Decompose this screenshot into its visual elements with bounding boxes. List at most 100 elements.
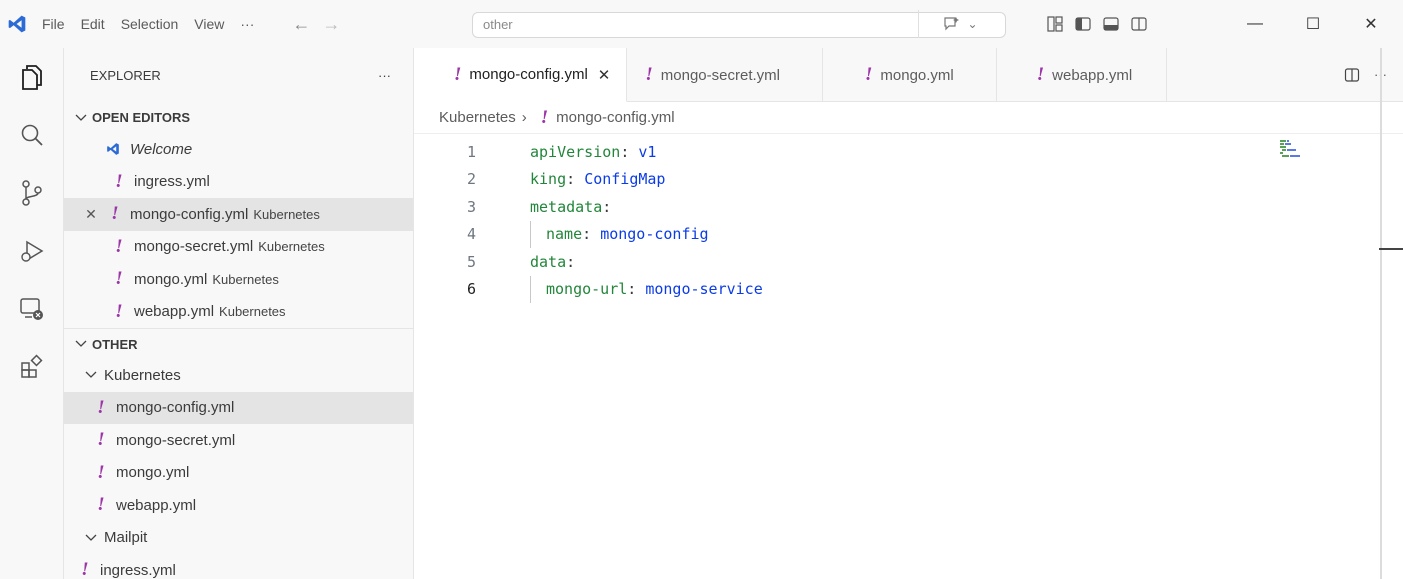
line-number: 1 bbox=[466, 142, 476, 161]
yaml-value: mongo-config bbox=[600, 224, 709, 243]
line-number: 2 bbox=[466, 170, 476, 189]
open-editor-folder: Kubernetes bbox=[212, 271, 279, 287]
editor-actions: ··· bbox=[1344, 48, 1403, 101]
open-editor-ingress[interactable]: ! ingress.yml bbox=[64, 166, 413, 199]
maximize-icon[interactable]: ☐ bbox=[1284, 0, 1342, 48]
chevron-down-icon bbox=[74, 340, 88, 348]
yaml-file-icon: ! bbox=[115, 300, 123, 322]
yaml-file-icon: ! bbox=[454, 63, 462, 85]
scrollbar-cursor-marker bbox=[1379, 248, 1403, 250]
code-line: 3 metadata: bbox=[414, 193, 1284, 221]
navigation-controls: ← → bbox=[286, 14, 346, 35]
search-icon[interactable] bbox=[0, 106, 64, 164]
file-name: mongo-secret.yml bbox=[116, 431, 236, 449]
open-editor-name: ingress.yml bbox=[134, 173, 210, 191]
tab-webapp[interactable]: ! webapp.yml bbox=[997, 48, 1168, 102]
tab-label: mongo-config.yml bbox=[469, 66, 588, 83]
vertical-scrollbar[interactable] bbox=[1380, 48, 1382, 579]
tab-mongo[interactable]: ! mongo.yml bbox=[823, 48, 997, 102]
minimize-icon[interactable]: — bbox=[1226, 0, 1284, 48]
chevron-down-icon: ⌄ bbox=[967, 17, 978, 31]
yaml-key: metadata bbox=[530, 197, 603, 216]
tab-mongo-secret[interactable]: ! mongo-secret.yml bbox=[627, 48, 823, 102]
yaml-file-icon: ! bbox=[115, 268, 123, 290]
yaml-file-icon: ! bbox=[97, 396, 105, 418]
line-number: 5 bbox=[466, 252, 476, 271]
yaml-file-icon: ! bbox=[540, 106, 549, 128]
toggle-secondary-sidebar-icon[interactable] bbox=[1130, 15, 1148, 33]
extensions-icon[interactable] bbox=[0, 338, 64, 396]
customize-layout-icon[interactable] bbox=[1046, 15, 1064, 33]
editor-tabs: ! mongo-config.yml ✕ ! mongo-secret.yml … bbox=[414, 48, 1403, 102]
activity-bar bbox=[0, 48, 64, 579]
yaml-file-icon: ! bbox=[864, 64, 873, 85]
open-editor-folder: Kubernetes bbox=[219, 304, 286, 320]
tab-mongo-config[interactable]: ! mongo-config.yml ✕ bbox=[414, 48, 628, 102]
folder-kubernetes[interactable]: Kubernetes bbox=[64, 359, 413, 392]
yaml-file-icon: ! bbox=[97, 461, 105, 483]
file-name: ingress.yml bbox=[100, 561, 176, 579]
split-editor-icon[interactable] bbox=[1344, 67, 1360, 83]
vscode-logo-icon bbox=[0, 0, 34, 48]
minimap[interactable] bbox=[1280, 140, 1320, 160]
file-mongo-config[interactable]: ! mongo-config.yml bbox=[64, 391, 413, 424]
code-line: 4 name: mongo-config bbox=[414, 220, 1284, 249]
close-window-icon[interactable]: ✕ bbox=[1342, 0, 1400, 48]
line-number: 3 bbox=[466, 197, 476, 216]
menu-view[interactable]: View bbox=[186, 0, 232, 48]
yaml-key: king bbox=[530, 170, 567, 189]
run-debug-icon[interactable] bbox=[0, 222, 64, 280]
copilot-button[interactable]: ⌄ bbox=[918, 10, 1002, 38]
file-mongo[interactable]: ! mongo.yml bbox=[64, 457, 413, 490]
open-editors-header[interactable]: OPEN EDITORS bbox=[64, 102, 413, 133]
open-editor-mongo-secret[interactable]: ! mongo-secret.yml Kubernetes bbox=[64, 231, 413, 264]
chevron-down-icon bbox=[84, 371, 98, 379]
remote-explorer-icon[interactable] bbox=[0, 280, 64, 338]
title-bar: File Edit Selection View ··· ← → other ⌄… bbox=[0, 0, 1403, 48]
open-editor-mongo-config[interactable]: ✕ ! mongo-config.yml Kubernetes bbox=[64, 198, 413, 231]
explorer-more-actions[interactable]: ··· bbox=[378, 68, 391, 83]
code-line: 1 apiVersion: v1 bbox=[414, 138, 1284, 166]
menu-selection[interactable]: Selection bbox=[113, 0, 187, 48]
open-editor-name: mongo-config.yml bbox=[130, 205, 249, 223]
code-line-current: 6 mongo-url: mongo-service bbox=[414, 275, 1284, 303]
chevron-down-icon bbox=[84, 534, 98, 542]
source-control-icon[interactable] bbox=[0, 164, 64, 222]
open-editor-welcome[interactable]: Welcome bbox=[64, 133, 413, 166]
toggle-primary-sidebar-icon[interactable] bbox=[1074, 15, 1092, 33]
explorer-icon[interactable] bbox=[0, 48, 64, 106]
yaml-file-icon: ! bbox=[97, 494, 105, 516]
menu-file[interactable]: File bbox=[34, 0, 73, 48]
open-editor-mongo[interactable]: ! mongo.yml Kubernetes bbox=[64, 263, 413, 296]
file-ingress[interactable]: ! ingress.yml bbox=[64, 554, 413, 579]
code-editor[interactable]: 1 apiVersion: v1 2 king: ConfigMap 3 met… bbox=[414, 138, 1284, 303]
breadcrumb-file[interactable]: mongo-config.yml bbox=[556, 109, 674, 126]
open-editor-webapp[interactable]: ! webapp.yml Kubernetes bbox=[64, 296, 413, 329]
breadcrumb-folder[interactable]: Kubernetes bbox=[439, 109, 516, 126]
file-webapp[interactable]: ! webapp.yml bbox=[64, 489, 413, 522]
file-name: mongo-config.yml bbox=[116, 399, 235, 417]
yaml-file-icon: ! bbox=[115, 170, 123, 192]
folder-name: Kubernetes bbox=[104, 366, 181, 384]
open-editor-folder: Kubernetes bbox=[258, 239, 325, 255]
yaml-file-icon: ! bbox=[97, 429, 105, 451]
yaml-file-icon: ! bbox=[111, 203, 119, 225]
folder-name: Mailpit bbox=[104, 529, 148, 547]
open-editor-name: mongo.yml bbox=[134, 270, 208, 288]
folder-mailpit[interactable]: Mailpit bbox=[64, 522, 413, 555]
forward-arrow-icon[interactable]: → bbox=[316, 14, 346, 35]
toggle-panel-icon[interactable] bbox=[1102, 15, 1120, 33]
menu-bar: File Edit Selection View ··· bbox=[34, 0, 262, 48]
explorer-header: EXPLORER ··· bbox=[64, 48, 413, 102]
other-folder-header[interactable]: OTHER bbox=[64, 328, 413, 359]
open-editor-name: Welcome bbox=[130, 140, 193, 158]
yaml-value: mongo-service bbox=[645, 279, 763, 298]
menu-edit[interactable]: Edit bbox=[73, 0, 113, 48]
layout-controls bbox=[1046, 0, 1148, 48]
file-mongo-secret[interactable]: ! mongo-secret.yml bbox=[64, 424, 413, 457]
menu-more[interactable]: ··· bbox=[232, 0, 262, 48]
close-tab-icon[interactable]: ✕ bbox=[598, 66, 611, 84]
close-editor-icon[interactable]: ✕ bbox=[84, 206, 98, 223]
back-arrow-icon[interactable]: ← bbox=[286, 14, 316, 35]
yaml-value: v1 bbox=[638, 142, 657, 161]
